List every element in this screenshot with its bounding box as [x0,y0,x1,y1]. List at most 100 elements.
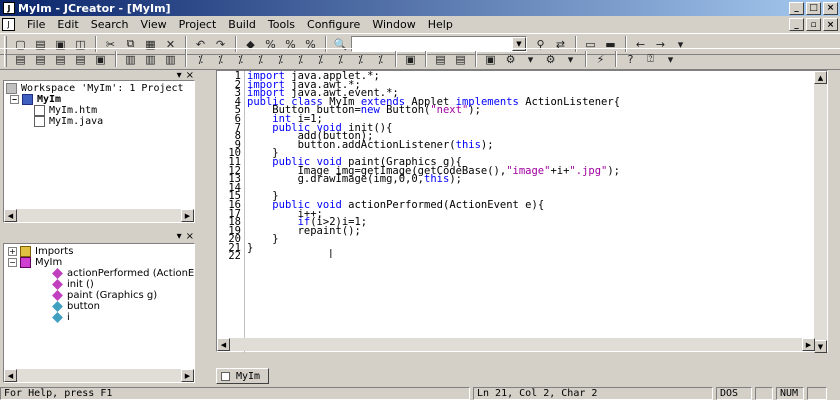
java-file-icon [221,371,230,381]
document-tabs: MyIm [216,368,270,384]
menu-project[interactable]: Project [173,18,223,31]
member-node[interactable]: paint (Graphics g) [8,290,194,301]
stop-dropdown-icon[interactable]: ▾ [561,50,580,68]
pin-icon[interactable]: ▾ [177,70,182,81]
scroll-right-icon[interactable]: ▶ [181,369,194,382]
scroll-left-icon[interactable]: ◀ [217,338,230,351]
menu-tools[interactable]: Tools [262,18,301,31]
uncomment-icon[interactable]: ⁒ [251,50,270,68]
collapse-icon[interactable]: − [10,95,19,104]
untabify-icon[interactable]: ⁒ [371,50,390,68]
editor-vscrollbar[interactable]: ▲ ▼ [814,71,827,353]
workspace-node[interactable]: Workspace 'MyIm': 1 Project [6,83,184,94]
maximize-button[interactable]: □ [806,1,821,15]
doc-minimize-button[interactable]: _ [789,18,804,31]
pin-icon[interactable]: ▾ [177,231,182,242]
view-class-icon[interactable]: ▤ [51,50,70,68]
status-position: Ln 21, Col 2, Char 2 [473,386,713,400]
file-node-htm[interactable]: MyIm.htm [6,105,184,116]
classview-hscrollbar[interactable]: ◀ ▶ [4,369,194,382]
project-icon [22,94,33,105]
file-node-java[interactable]: MyIm.java [6,116,184,127]
comment-icon[interactable]: ⁒ [231,50,250,68]
member-node[interactable]: i [8,312,194,323]
editor-hscrollbar[interactable]: ◀ ▶ [217,338,815,351]
member-node[interactable]: actionPerformed (ActionE [8,268,194,279]
classview-pane-header: ▾ × [170,230,194,242]
pane-close-icon[interactable]: × [186,70,194,81]
toolbar-more-icon[interactable]: ▾ [661,50,680,68]
code-text[interactable]: import java.applet.*; import java.awt.*; i… [247,71,620,261]
code-line[interactable]: button.addActionListener(this); [247,140,620,151]
method-icon [52,290,63,301]
status-ovr [755,386,773,400]
view-output-icon[interactable]: ▣ [91,50,110,68]
collapse-icon[interactable]: − [8,258,17,267]
menu-bar: J File Edit Search View Project Build To… [0,16,840,33]
status-num: NUM [776,386,804,400]
close-button[interactable]: × [823,1,838,15]
scroll-left-icon[interactable]: ◀ [4,209,17,222]
toggle-case-icon[interactable]: ⁒ [331,50,350,68]
compile-file-icon[interactable]: ▣ [401,50,420,68]
menu-edit[interactable]: Edit [51,18,84,31]
cascade-icon[interactable]: ▥ [161,50,180,68]
workspace-hscrollbar[interactable]: ◀ ▶ [4,209,194,222]
execute-project-icon[interactable]: ▣ [481,50,500,68]
doc-close-button[interactable]: × [823,18,838,31]
tool-icon[interactable]: ⚡ [591,50,610,68]
workspace-icon[interactable]: ▤ [11,50,30,68]
tile-vertical-icon[interactable]: ▥ [141,50,160,68]
menu-window[interactable]: Window [366,18,421,31]
document-icon[interactable]: J [2,18,15,31]
format-icon[interactable]: ⁒ [271,50,290,68]
scroll-down-icon[interactable]: ▼ [814,340,827,353]
code-line[interactable] [247,252,620,261]
code-editor[interactable]: 1 2 3 4 5 6 7 8 9 10 11 12 13 14 15 16 17 18 19 20 21 22 impo… [216,70,828,353]
minimize-button[interactable]: _ [789,1,804,15]
context-help-icon[interactable]: ⍰ [641,50,660,68]
imports-node[interactable]: + Imports [8,246,194,257]
scroll-right-icon[interactable]: ▶ [181,209,194,222]
view-package-icon[interactable]: ▤ [71,50,90,68]
app-icon[interactable]: J [3,2,15,14]
project-node[interactable]: − MyIm [6,94,184,105]
build-project-icon[interactable]: ▤ [431,50,450,68]
menu-file[interactable]: File [21,18,51,31]
expand-icon[interactable]: + [8,247,17,256]
rebuild-icon[interactable]: ▤ [451,50,470,68]
menu-configure[interactable]: Configure [301,18,366,31]
debug-icon[interactable]: ⚙ [501,50,520,68]
tab-myim[interactable]: MyIm [216,368,270,384]
outdent-icon[interactable]: ⁒ [211,50,230,68]
member-node[interactable]: init () [8,279,194,290]
menu-view[interactable]: View [135,18,173,31]
doc-restore-button[interactable]: ▫ [806,18,821,31]
tabify-icon[interactable]: ⁒ [351,50,370,68]
member-node[interactable]: button [8,301,194,312]
menu-search[interactable]: Search [85,18,135,31]
execute-file-icon[interactable]: ⚙ [541,50,560,68]
code-line[interactable]: } [247,243,620,253]
file-icon [34,105,45,116]
indent-icon[interactable]: ⁒ [191,50,210,68]
scroll-left-icon[interactable]: ◀ [4,369,17,382]
code-line[interactable]: repaint(); [247,226,620,236]
menu-build[interactable]: Build [222,18,262,31]
scroll-right-icon[interactable]: ▶ [802,338,815,351]
view-file-icon[interactable]: ▤ [31,50,50,68]
menu-help[interactable]: Help [422,18,459,31]
build-toolbar: ▤ ▤ ▤ ▤ ▣ ▥ ▥ ▥ ⁒ ⁒ ⁒ ⁒ ⁒ ⁒ ⁒ ⁒ ⁒ ⁒ ▣ ▤ … [0,48,840,70]
workspace-icon [6,83,17,94]
class-node[interactable]: − MyIm [8,257,194,268]
run-dropdown-icon[interactable]: ▾ [521,50,540,68]
upper-case-icon[interactable]: ⁒ [291,50,310,68]
title-bar[interactable]: J MyIm - JCreator - [MyIm] _ □ × [0,0,840,16]
scroll-up-icon[interactable]: ▲ [814,71,827,84]
pane-close-icon[interactable]: × [186,231,194,242]
lower-case-icon[interactable]: ⁒ [311,50,330,68]
help-icon[interactable]: ? [621,50,640,68]
method-icon [52,279,63,290]
class-icon [20,257,31,268]
tile-horizontal-icon[interactable]: ▥ [121,50,140,68]
